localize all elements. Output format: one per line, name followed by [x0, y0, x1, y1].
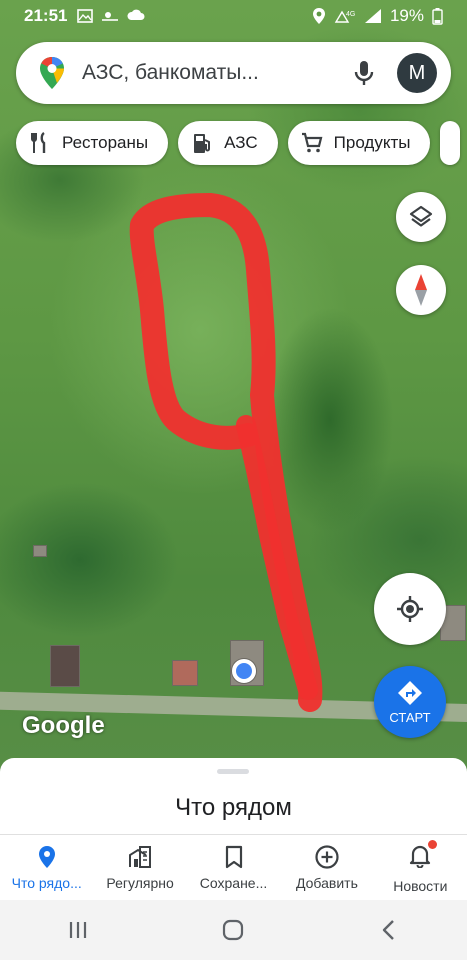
notification-dot: [428, 839, 438, 849]
google-logo: Google: [22, 712, 105, 739]
compass-icon: [415, 274, 427, 306]
sheet-handle[interactable]: [217, 769, 249, 774]
maps-pin-logo-icon: [40, 57, 64, 89]
nav-saved[interactable]: Сохране...: [187, 835, 280, 900]
account-avatar[interactable]: М: [397, 53, 437, 93]
image-icon: [77, 9, 94, 23]
status-bar: 21:51 4G 19%: [0, 0, 467, 32]
my-location-dot: [232, 659, 256, 683]
location-status-icon: [312, 8, 325, 24]
back-icon[interactable]: [376, 917, 402, 943]
chip-more[interactable]: [440, 121, 461, 165]
cloud-icon: [127, 9, 145, 20]
category-chips: Рестораны АЗС Продукты: [16, 121, 461, 165]
compass-button[interactable]: [396, 265, 446, 315]
directions-icon: [398, 681, 422, 705]
nav-label: Добавить: [295, 875, 358, 891]
layers-button[interactable]: [396, 192, 446, 242]
explore-pin-icon: [38, 846, 55, 868]
bottom-navigation: Что рядо... Регулярно Сохране... Добавит…: [0, 834, 467, 900]
layers-icon: [409, 205, 433, 227]
chip-gas-stations[interactable]: АЗС: [178, 121, 278, 165]
chip-restaurants[interactable]: Рестораны: [16, 121, 169, 165]
search-input[interactable]: АЗС, банкоматы...: [82, 61, 349, 85]
nav-explore[interactable]: Что рядо...: [0, 835, 93, 900]
start-navigation-button[interactable]: СТАРТ: [374, 666, 446, 738]
cart-icon: [301, 132, 323, 153]
chip-label: Продукты: [333, 133, 411, 152]
nav-label: Сохране...: [199, 875, 268, 891]
sheet-title: Что рядом: [175, 794, 292, 821]
recent-apps-icon[interactable]: [65, 917, 91, 943]
add-circle-icon: [315, 845, 339, 869]
start-label: СТАРТ: [389, 710, 431, 725]
nav-label: Регулярно: [106, 875, 174, 891]
commute-icon: [129, 846, 152, 868]
nav-contribute[interactable]: Добавить: [280, 835, 373, 900]
bookmark-icon: [225, 845, 242, 869]
chip-label: АЗС: [224, 133, 258, 152]
battery-icon: [432, 8, 443, 25]
mic-icon[interactable]: [349, 58, 379, 88]
battery-level: 19%: [389, 6, 424, 25]
network-icon: 4G: [334, 10, 355, 23]
weather-icon: [102, 12, 119, 21]
chip-groceries[interactable]: Продукты: [287, 121, 431, 165]
nav-label: Что рядо...: [11, 875, 82, 891]
chip-label: Рестораны: [62, 133, 149, 152]
status-time: 21:51: [24, 6, 68, 25]
system-navigation-bar: [0, 900, 467, 960]
home-icon[interactable]: [220, 917, 246, 943]
nav-commute[interactable]: Регулярно: [93, 835, 186, 900]
signal-icon: [364, 9, 381, 23]
nav-label: Новости: [393, 877, 448, 894]
restaurant-icon: [31, 132, 46, 153]
gas-station-icon: [194, 134, 211, 153]
my-location-button[interactable]: [374, 573, 446, 645]
nav-updates[interactable]: Новости: [374, 835, 467, 900]
svg-text:4G: 4G: [346, 11, 355, 18]
my-location-icon: [397, 596, 423, 622]
search-bar[interactable]: АЗС, банкоматы... М: [16, 42, 451, 104]
